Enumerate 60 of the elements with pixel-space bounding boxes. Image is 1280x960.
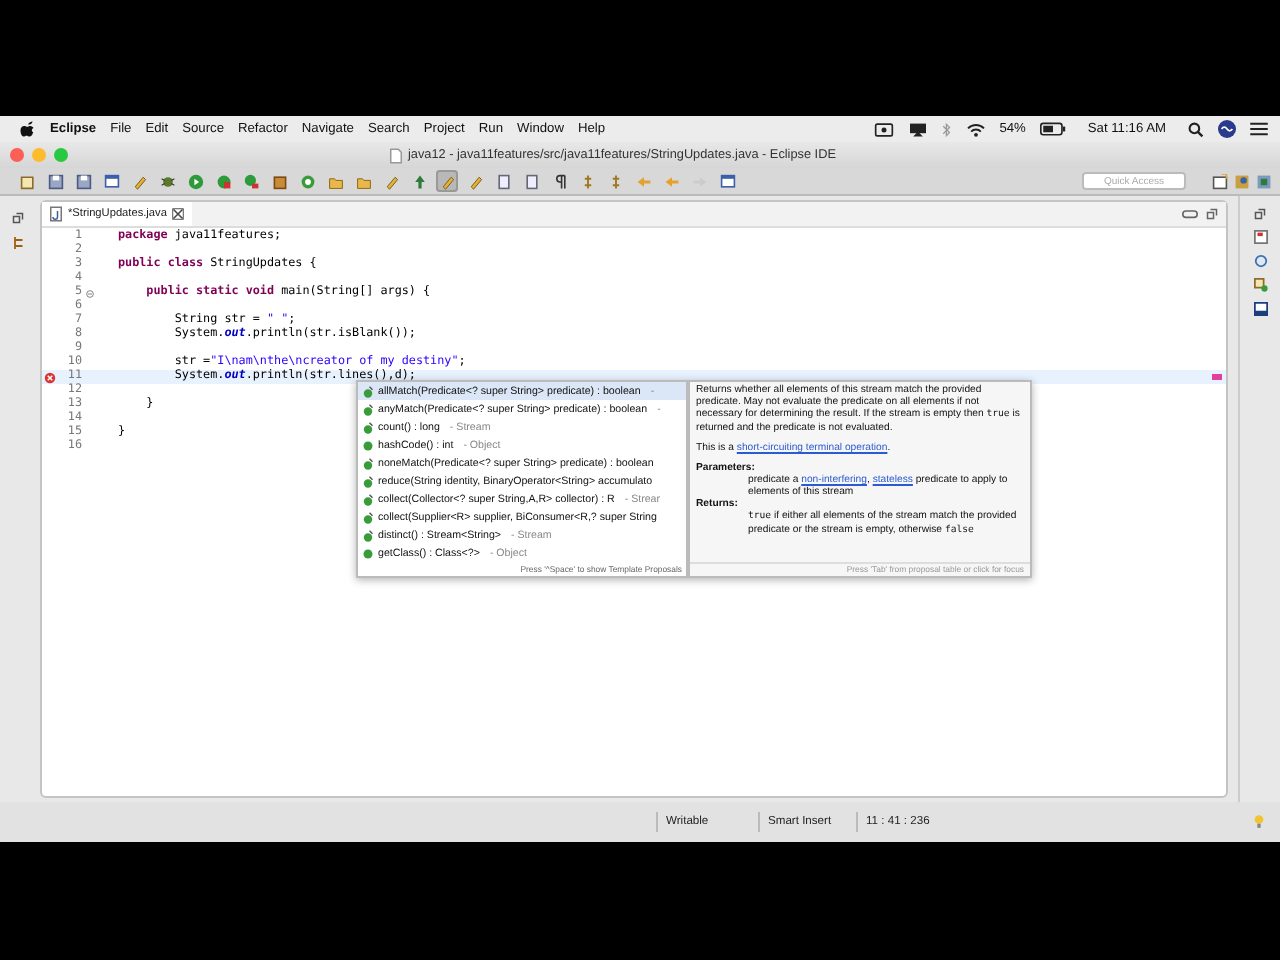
java-file-icon [50,206,62,222]
method-default-icon [362,530,374,543]
toolbar-button[interactable] [72,170,94,192]
list-icon[interactable] [1250,122,1268,136]
toolbar-button[interactable] [716,170,738,192]
annotation-icon [579,173,595,189]
class-icon [299,173,315,189]
method-default-icon [362,403,374,416]
toolbar-button[interactable] [268,170,290,192]
close-icon[interactable] [172,208,185,220]
display-icon[interactable] [907,121,928,137]
close-window-icon[interactable] [10,148,24,162]
hierarchy-icon[interactable] [1253,278,1267,292]
task-list-icon[interactable] [1253,230,1267,244]
outline-icon[interactable] [1253,254,1267,268]
save-all-icon [75,173,91,189]
new-icon [19,173,35,189]
toolbar-button[interactable] [44,170,66,192]
search-icon[interactable] [1188,121,1204,137]
window-icon [719,173,735,189]
annotation-icon [607,173,623,189]
restore-icon[interactable] [12,212,24,224]
bug-icon [159,173,175,189]
terminal-icon [103,173,119,189]
console-icon[interactable] [1253,302,1267,316]
pen-icon [131,173,147,189]
method-default-icon [362,385,374,398]
toolbar-button[interactable] [100,170,122,192]
package-icon [271,173,287,189]
debug-perspective-icon[interactable] [1256,173,1272,189]
java-perspective-icon[interactable] [1234,173,1250,189]
method-icon [362,548,374,561]
method-default-icon [362,476,374,489]
restore-icon[interactable] [1254,208,1266,220]
perspective-icon[interactable] [1212,173,1228,189]
pilcrow-icon [551,173,567,189]
method-default-icon [362,421,374,434]
toolbar-button[interactable] [16,170,38,192]
run-icon [187,173,203,189]
bluetooth-icon[interactable] [941,121,952,137]
maximize-icon[interactable] [1206,208,1218,220]
lightbulb-icon[interactable] [1254,814,1264,830]
wifi-icon[interactable] [965,121,986,137]
assistant-icon[interactable] [1218,120,1236,138]
method-default-icon [362,457,374,470]
fold-icon[interactable] [86,289,94,297]
hierarchy-icon[interactable] [12,236,24,250]
method-icon [362,439,374,452]
document-icon [390,147,402,163]
method-default-icon [362,512,374,525]
error-marker [1212,374,1222,380]
save-icon [47,173,63,189]
battery-icon[interactable] [1039,122,1066,136]
camera-icon[interactable] [873,121,894,137]
pen-icon [383,173,399,189]
toolbar-button[interactable] [492,170,514,192]
method-default-icon [362,494,374,507]
toolbar-button[interactable] [520,170,542,192]
minimize-icon[interactable] [1182,209,1198,219]
apple-icon[interactable] [20,120,36,138]
